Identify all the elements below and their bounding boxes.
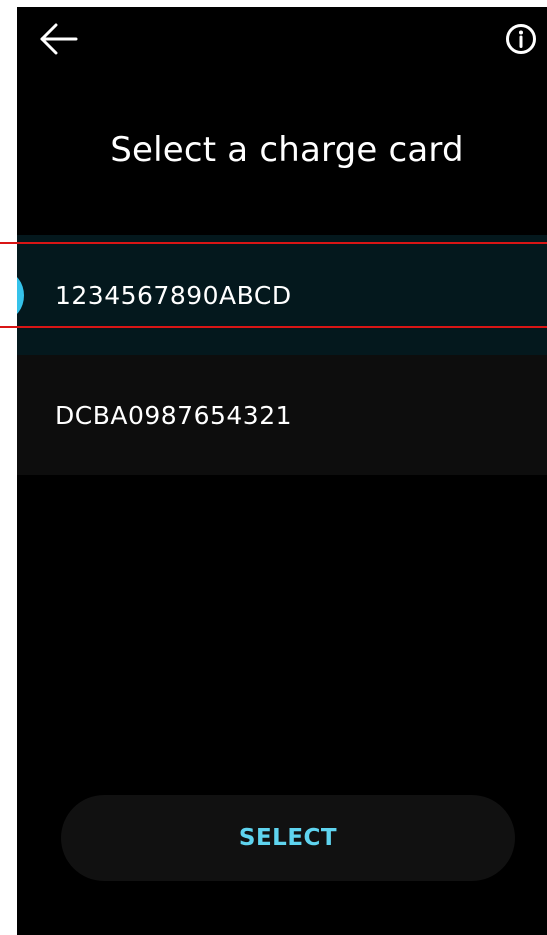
charge-card-label: DCBA0987654321 xyxy=(55,400,293,430)
info-circle-icon xyxy=(506,24,536,54)
select-button[interactable]: SELECT xyxy=(61,795,515,881)
page-title: Select a charge card xyxy=(110,130,464,170)
charge-card-item-selected[interactable]: 1234567890ABCD xyxy=(17,235,547,355)
app-screen: Select a charge card 1234567890ABCD DCBA… xyxy=(17,7,547,935)
back-button[interactable] xyxy=(37,19,81,59)
charge-card-label: 1234567890ABCD xyxy=(55,280,292,310)
charge-card-item[interactable]: DCBA0987654321 xyxy=(17,355,547,475)
info-button[interactable] xyxy=(503,21,539,57)
highlight-line-top xyxy=(0,242,547,244)
highlight-line-bottom xyxy=(0,326,547,328)
arrow-left-icon xyxy=(40,23,78,55)
select-button-label: SELECT xyxy=(238,825,338,851)
charge-card-list: 1234567890ABCD DCBA0987654321 xyxy=(17,235,547,475)
selection-indicator xyxy=(17,272,24,319)
